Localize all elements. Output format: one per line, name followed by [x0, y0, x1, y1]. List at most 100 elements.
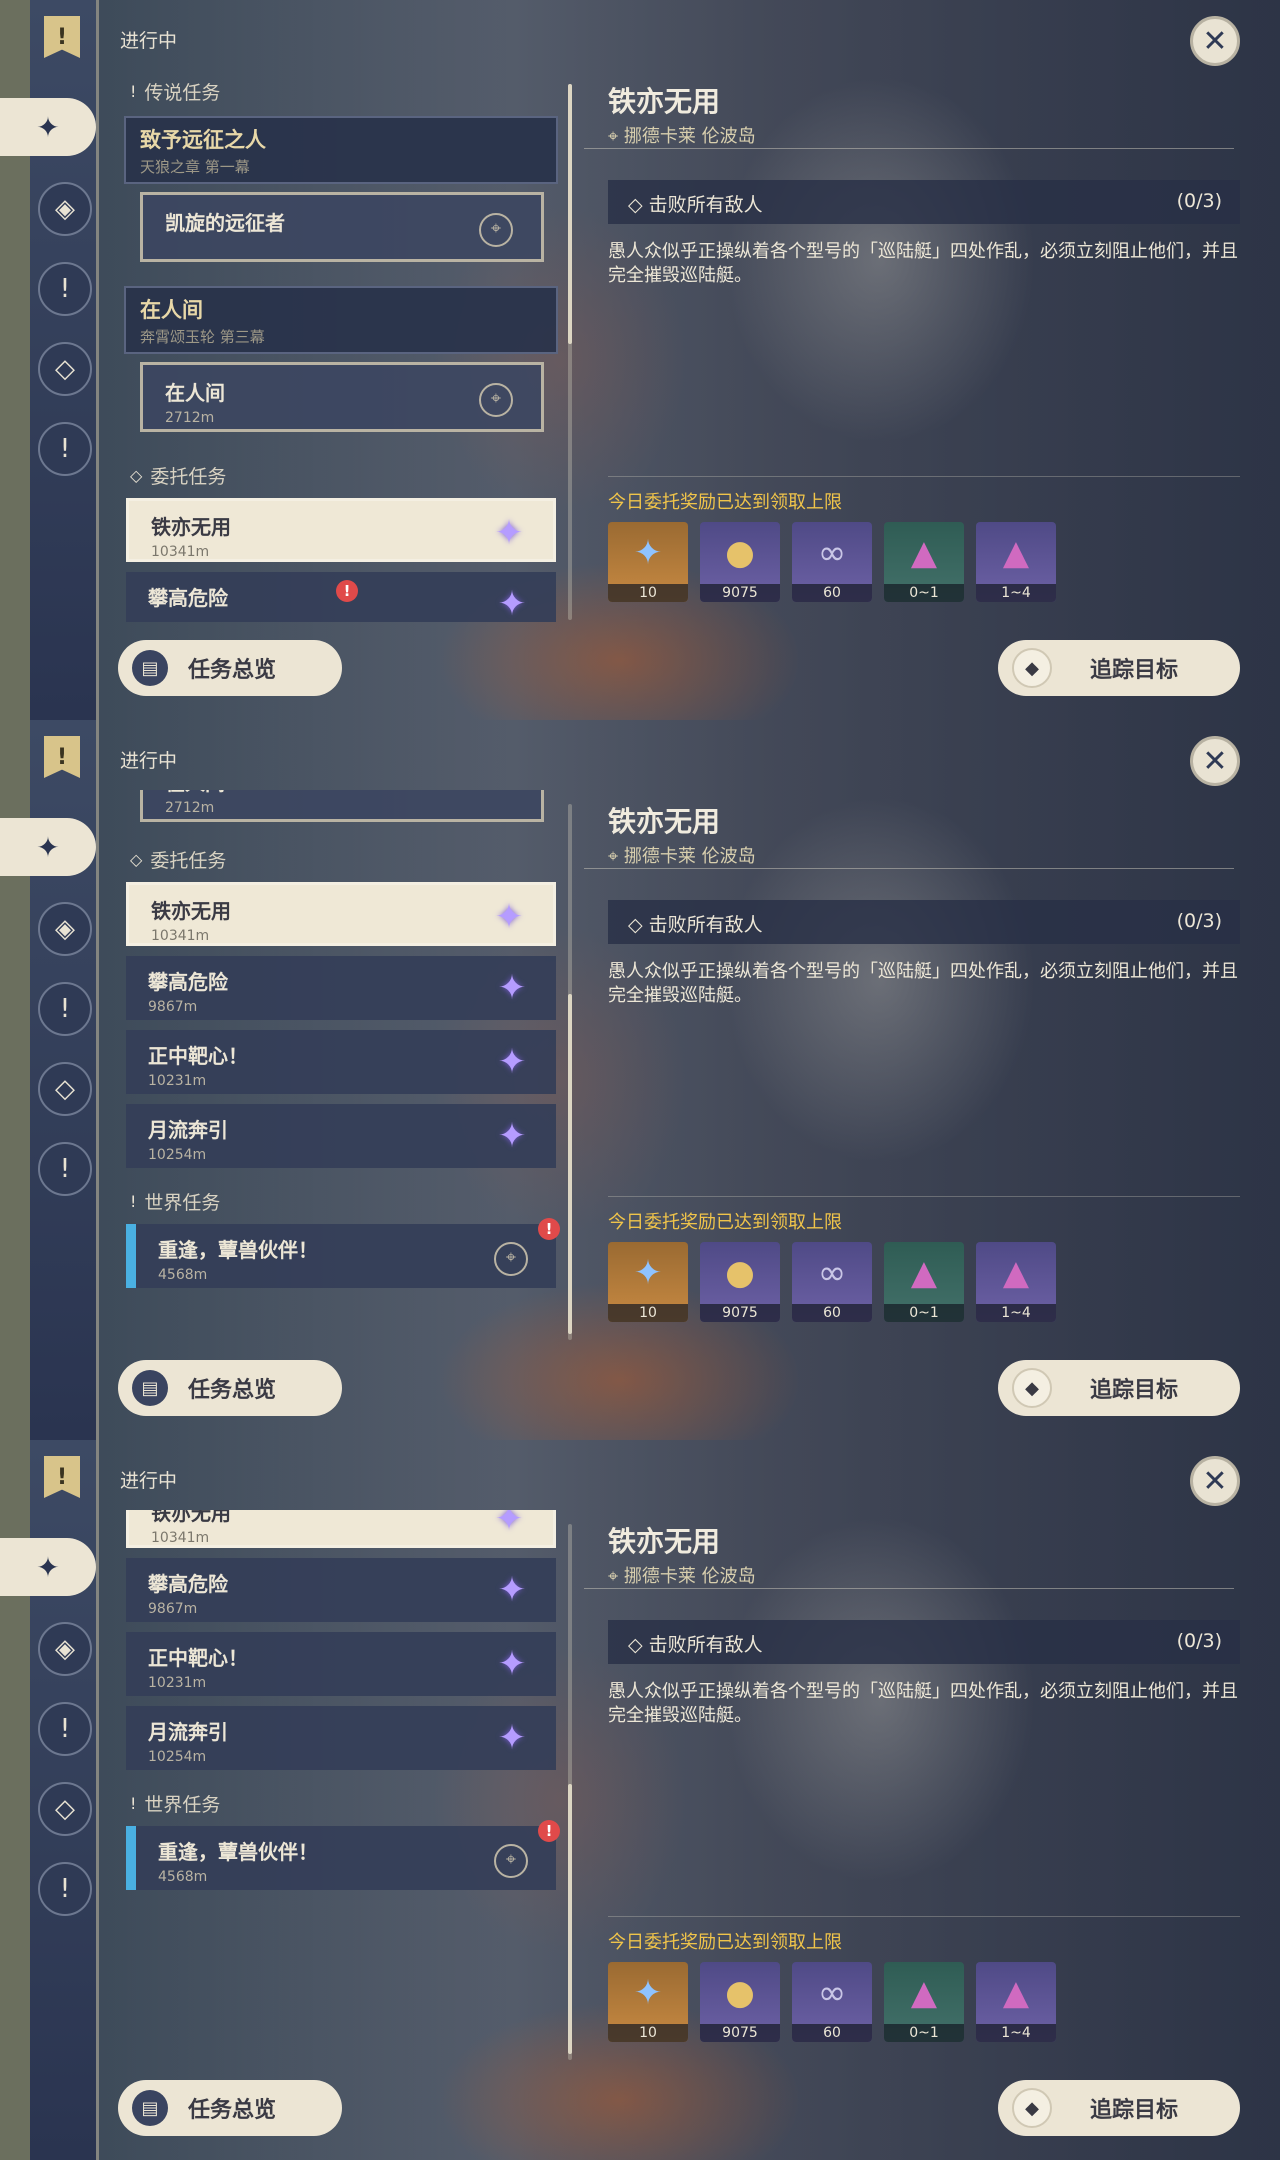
- reward-item[interactable]: ● 9075: [700, 522, 780, 602]
- commission-item[interactable]: 攀高危险 ✦ !: [126, 572, 556, 622]
- quest-location: ⌖ 挪德卡莱 伦波岛: [608, 846, 756, 867]
- divider: [584, 1588, 1234, 1589]
- diamond-icon: ◇: [130, 466, 143, 485]
- archon-quest-tab-icon[interactable]: ◈: [38, 182, 92, 236]
- story-quest-tab-icon[interactable]: !: [38, 262, 92, 316]
- reward-item[interactable]: ▲ 0~1: [884, 1962, 964, 2042]
- track-target-button[interactable]: ◆ 追踪目标: [998, 640, 1240, 696]
- track-diamond-icon: ◆: [1012, 648, 1052, 688]
- commission-tab-icon[interactable]: ◇: [38, 1782, 92, 1836]
- all-quests-tab-icon[interactable]: ✦: [0, 1538, 96, 1596]
- quest-title: 铁亦无用: [608, 1525, 721, 1558]
- all-quests-tab-icon[interactable]: ✦: [0, 98, 96, 156]
- quest-step-1[interactable]: 凯旋的远征者 ⌖: [140, 192, 544, 262]
- quest-group-2[interactable]: 在人间 奔霄颂玉轮 第三幕: [124, 286, 558, 354]
- commission-item[interactable]: 月流奔引 10254m ✦: [126, 1706, 556, 1770]
- world-quest-tab-icon[interactable]: !: [38, 1142, 92, 1196]
- reward-item[interactable]: ● 9075: [700, 1242, 780, 1322]
- track-target-button[interactable]: ◆ 追踪目标: [998, 1360, 1240, 1416]
- list-scrollbar[interactable]: [568, 84, 572, 620]
- close-button[interactable]: ✕: [1190, 16, 1240, 66]
- quest-list[interactable]: 铁亦无用 10341m ✦ 攀高危险 9867m ✦ 正中靶心！ 10231m …: [118, 1510, 568, 2062]
- reward-item[interactable]: ▲ 0~1: [884, 1242, 964, 1322]
- quest-book-icon: ▤: [132, 650, 168, 686]
- crystal-cluster-icon: ▲: [1002, 1973, 1030, 2013]
- commission-item-selected[interactable]: 铁亦无用 10341m ✦: [126, 882, 556, 946]
- reward-item[interactable]: ▲ 1~4: [976, 522, 1056, 602]
- location-pin-icon[interactable]: ⌖: [479, 213, 513, 247]
- objective-diamond-icon: ◇: [628, 914, 649, 936]
- story-quest-tab-icon[interactable]: !: [38, 982, 92, 1036]
- quest-step-2[interactable]: 在人间 2712m: [140, 790, 544, 822]
- archon-quest-tab-icon[interactable]: ◈: [38, 902, 92, 956]
- location-pin-icon[interactable]: ⌖: [494, 1844, 528, 1878]
- quest-overview-button[interactable]: ▤ 任务总览: [118, 2080, 342, 2136]
- objective-bar: ◇ 击败所有敌人 (0/3): [608, 900, 1240, 944]
- close-button[interactable]: ✕: [1190, 1456, 1240, 1506]
- reward-item[interactable]: ∞ 60: [792, 522, 872, 602]
- screen-panel-3: ! ✦ ◈ ! ◇ ! 进行中 ✕ 铁亦无用 10341m ✦ 攀高危险 986…: [0, 1440, 1280, 2160]
- reward-item[interactable]: ✦ 10: [608, 1962, 688, 2042]
- commission-star-icon: ✦: [494, 513, 524, 553]
- world-quest-tab-icon[interactable]: !: [38, 1862, 92, 1916]
- commission-item[interactable]: 正中靶心！ 10231m ✦: [126, 1632, 556, 1696]
- archon-quest-tab-icon[interactable]: ◈: [38, 1622, 92, 1676]
- list-scrollbar[interactable]: [568, 804, 572, 1340]
- status-label: 进行中: [120, 1470, 178, 1492]
- reward-list: ✦ 10 ● 9075 ∞ 60 ▲ 0~1 ▲ 1~4: [608, 1242, 1056, 1322]
- companionship-exp-icon: ∞: [817, 533, 847, 573]
- close-button[interactable]: ✕: [1190, 736, 1240, 786]
- location-pin-icon[interactable]: ⌖: [494, 1242, 528, 1276]
- list-scrollbar[interactable]: [568, 1524, 572, 2060]
- reward-item[interactable]: ✦ 10: [608, 522, 688, 602]
- story-quest-tab-icon[interactable]: !: [38, 1702, 92, 1756]
- quest-description: 愚人众似乎正操纵着各个型号的「巡陆艇」四处作乱，必须立刻阻止他们，并且完全摧毁巡…: [608, 961, 1238, 1006]
- track-target-button[interactable]: ◆ 追踪目标: [998, 2080, 1240, 2136]
- commission-item-selected[interactable]: 铁亦无用 10341m ✦: [126, 1510, 556, 1548]
- commission-item-selected[interactable]: 铁亦无用 10341m ✦: [126, 498, 556, 562]
- step-title: 在人间: [165, 790, 541, 796]
- commission-tab-icon[interactable]: ◇: [38, 1062, 92, 1116]
- commission-item[interactable]: 正中靶心！ 10231m ✦: [126, 1030, 556, 1094]
- section-world-quests: ! 世界任务: [130, 1192, 221, 1214]
- reward-item[interactable]: ✦ 10: [608, 1242, 688, 1322]
- reward-item[interactable]: ▲ 0~1: [884, 522, 964, 602]
- scroll-thumb[interactable]: [568, 994, 572, 1334]
- section-commissions: ◇ 委托任务: [130, 850, 227, 872]
- quest-overview-button[interactable]: ▤ 任务总览: [118, 640, 342, 696]
- quest-overview-button[interactable]: ▤ 任务总览: [118, 1360, 342, 1416]
- quest-step-2[interactable]: 在人间 2712m ⌖: [140, 362, 544, 432]
- quest-location: ⌖ 挪德卡莱 伦波岛: [608, 1566, 756, 1587]
- companionship-exp-icon: ∞: [817, 1973, 847, 2013]
- objective-diamond-icon: ◇: [628, 1634, 649, 1656]
- reward-item[interactable]: ∞ 60: [792, 1962, 872, 2042]
- world-quest-item[interactable]: 重逢，蕈兽伙伴！ 4568m ⌖ !: [126, 1218, 560, 1288]
- scroll-thumb[interactable]: [568, 84, 572, 344]
- reward-item[interactable]: ∞ 60: [792, 1242, 872, 1322]
- reward-item[interactable]: ▲ 1~4: [976, 1242, 1056, 1322]
- world-quest-item[interactable]: 重逢，蕈兽伙伴！ 4568m ⌖ !: [126, 1820, 560, 1890]
- rail-divider: [96, 1440, 99, 2160]
- reward-item[interactable]: ▲ 1~4: [976, 1962, 1056, 2042]
- crystal-icon: ▲: [910, 1253, 938, 1293]
- alert-icon: !: [538, 1820, 560, 1842]
- objective-text: 击败所有敌人: [648, 914, 763, 936]
- commission-item[interactable]: 月流奔引 10254m ✦: [126, 1104, 556, 1168]
- quest-group-1[interactable]: 致予远征之人 天狼之章 第一幕: [124, 116, 558, 184]
- location-pin-icon[interactable]: ⌖: [479, 383, 513, 417]
- quest-list[interactable]: 在人间 2712m ◇委托任务 铁亦无用 10341m ✦ 攀高危险 9867m…: [118, 790, 568, 1342]
- commission-item[interactable]: 攀高危险 9867m ✦: [126, 1558, 556, 1622]
- pin-icon: ⌖: [608, 1566, 624, 1587]
- commission-item[interactable]: 攀高危险 9867m ✦: [126, 956, 556, 1020]
- all-quests-tab-icon[interactable]: ✦: [0, 818, 96, 876]
- adventure-exp-icon: ✦: [633, 1253, 663, 1293]
- reward-limit-notice: 今日委托奖励已达到领取上限: [608, 492, 842, 513]
- track-diamond-icon: ◆: [1012, 1368, 1052, 1408]
- scroll-thumb[interactable]: [568, 1784, 572, 2054]
- objective-count: (0/3): [1176, 1630, 1222, 1652]
- commission-tab-icon[interactable]: ◇: [38, 342, 92, 396]
- status-label: 进行中: [120, 30, 178, 52]
- world-quest-tab-icon[interactable]: !: [38, 422, 92, 476]
- reward-item[interactable]: ● 9075: [700, 1962, 780, 2042]
- quest-list[interactable]: ! 传说任务 致予远征之人 天狼之章 第一幕 凯旋的远征者 ⌖ 在人间 奔霄颂玉轮…: [118, 70, 568, 622]
